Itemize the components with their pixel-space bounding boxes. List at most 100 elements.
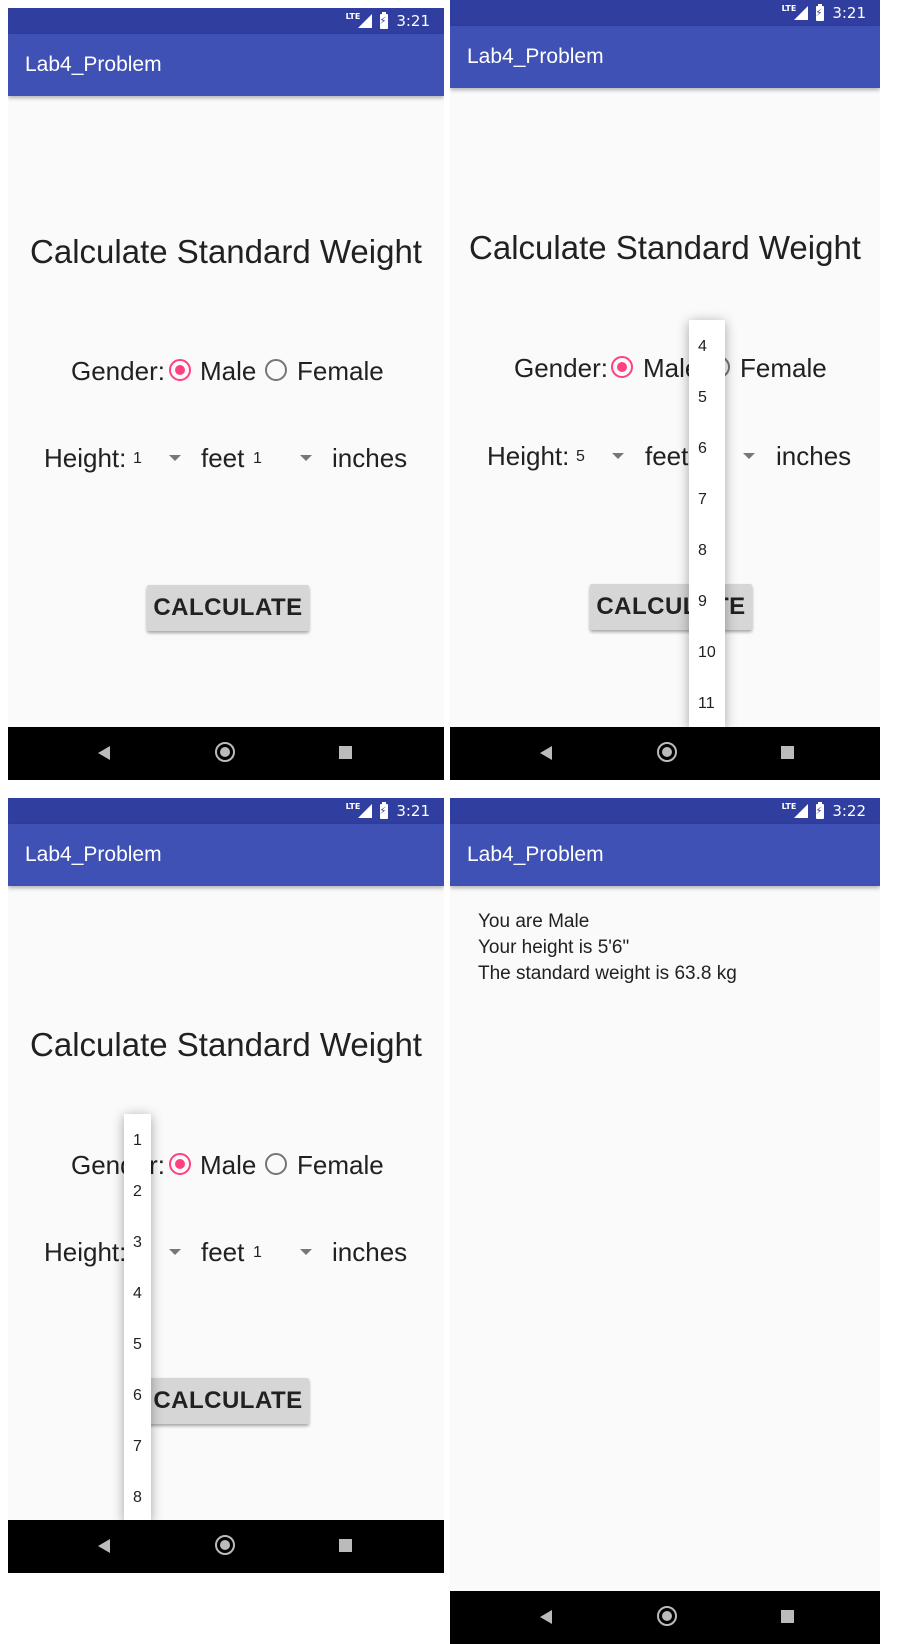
navigation-bar — [8, 1520, 444, 1573]
lte-indicator: LTE — [345, 11, 361, 21]
dropdown-option[interactable]: 9 — [698, 593, 707, 611]
recents-icon[interactable] — [339, 1539, 352, 1552]
male-label[interactable]: Male — [200, 1150, 256, 1181]
navigation-bar — [450, 727, 880, 780]
female-radio[interactable] — [265, 1153, 287, 1175]
female-label[interactable]: Female — [297, 356, 384, 387]
navigation-bar — [8, 727, 444, 780]
screen-form-feet-dropdown: LTE 3:21 Lab4_Problem Calculate Standard… — [8, 798, 444, 1573]
status-bar: LTE 3:22 — [450, 798, 880, 824]
female-radio[interactable] — [265, 359, 287, 381]
home-icon[interactable] — [657, 1606, 677, 1626]
male-radio[interactable] — [169, 359, 191, 381]
back-icon[interactable] — [98, 1539, 110, 1553]
home-icon[interactable] — [657, 742, 677, 762]
feet-spinner-arrow-icon[interactable] — [612, 453, 624, 459]
status-time: 3:21 — [396, 802, 430, 820]
screen-result: LTE 3:22 Lab4_Problem You are Male Your … — [450, 798, 880, 1644]
app-bar: Lab4_Problem — [450, 26, 880, 88]
calculate-button[interactable]: CALCULATE — [147, 585, 309, 631]
app-title: Lab4_Problem — [467, 843, 604, 866]
height-label: Height: — [487, 441, 570, 471]
lte-indicator: LTE — [781, 801, 797, 811]
dropdown-option[interactable]: 6 — [133, 1387, 142, 1405]
dropdown-option[interactable]: 6 — [698, 440, 707, 458]
feet-label: feet — [645, 441, 689, 471]
dropdown-option[interactable]: 1 — [133, 1132, 142, 1150]
result-weight: The standard weight is 63.8 kg — [478, 963, 737, 984]
battery-charging-icon — [379, 801, 389, 819]
page-heading: Calculate Standard Weight — [30, 1026, 422, 1063]
inches-label: inches — [332, 1237, 408, 1267]
dropdown-option[interactable]: 11 — [698, 695, 715, 713]
male-label[interactable]: Male — [200, 356, 256, 387]
navigation-bar — [450, 1591, 880, 1644]
inches-label: inches — [332, 443, 408, 473]
female-label[interactable]: Female — [297, 1150, 384, 1181]
signal-icon — [358, 14, 373, 28]
status-bar: LTE 3:21 — [8, 798, 444, 824]
dropdown-option[interactable]: 4 — [133, 1285, 142, 1303]
recents-icon[interactable] — [781, 746, 794, 759]
male-radio[interactable] — [169, 1153, 191, 1175]
recents-icon[interactable] — [781, 1610, 794, 1623]
dropdown-option[interactable]: 2 — [133, 1183, 142, 1201]
page-heading: Calculate Standard Weight — [469, 229, 861, 266]
status-time: 3:21 — [396, 12, 430, 30]
signal-icon — [794, 6, 809, 20]
dropdown-option[interactable]: 5 — [133, 1336, 142, 1354]
app-title: Lab4_Problem — [467, 45, 604, 68]
signal-icon — [358, 804, 373, 818]
dropdown-option[interactable]: 7 — [133, 1438, 142, 1456]
page-heading: Calculate Standard Weight — [30, 233, 422, 270]
inches-spinner-arrow-icon[interactable] — [300, 1249, 312, 1255]
app-bar: Lab4_Problem — [8, 34, 444, 96]
battery-charging-icon — [379, 11, 389, 29]
gender-label: Gender: — [71, 356, 165, 386]
feet-dropdown-list: 1 2 3 4 5 6 7 8 — [124, 1114, 151, 1522]
inches-spinner-arrow-icon[interactable] — [300, 455, 312, 461]
status-bar: LTE 3:21 — [450, 0, 880, 26]
feet-spinner-arrow-icon[interactable] — [169, 1249, 181, 1255]
home-icon[interactable] — [215, 742, 235, 762]
inches-spinner-value[interactable]: 1 — [253, 450, 262, 468]
height-label: Height: — [44, 443, 127, 473]
calculate-button[interactable]: CALCULATE — [147, 1378, 309, 1424]
gender-label: Gender: — [514, 353, 608, 383]
app-title: Lab4_Problem — [25, 53, 162, 76]
app-bar: Lab4_Problem — [450, 824, 880, 886]
feet-spinner-value[interactable]: 1 — [133, 450, 142, 468]
female-label[interactable]: Female — [740, 353, 827, 384]
signal-icon — [794, 804, 809, 818]
back-icon[interactable] — [98, 746, 110, 760]
dropdown-option[interactable]: 4 — [698, 338, 707, 356]
status-time: 3:22 — [832, 802, 866, 820]
dropdown-option[interactable]: 8 — [133, 1489, 142, 1507]
dropdown-option[interactable]: 5 — [698, 389, 707, 407]
inches-label: inches — [776, 441, 852, 471]
dropdown-option[interactable]: 10 — [698, 644, 716, 662]
feet-label: feet — [201, 443, 245, 473]
dropdown-option[interactable]: 3 — [133, 1234, 142, 1252]
feet-spinner-arrow-icon[interactable] — [169, 455, 181, 461]
result-height: Your height is 5'6" — [478, 937, 630, 958]
recents-icon[interactable] — [339, 746, 352, 759]
dropdown-option[interactable]: 7 — [698, 491, 707, 509]
home-icon[interactable] — [215, 1535, 235, 1555]
back-icon[interactable] — [540, 746, 552, 760]
lte-indicator: LTE — [345, 801, 361, 811]
lte-indicator: LTE — [781, 3, 797, 13]
screen-form-initial: LTE 3:21 Lab4_Problem Calculate Standard… — [8, 8, 444, 780]
height-label: Height: — [44, 1237, 127, 1267]
result-gender: You are Male — [478, 911, 590, 932]
status-bar: LTE 3:21 — [8, 8, 444, 34]
male-radio[interactable] — [611, 356, 633, 378]
inches-spinner-arrow-icon[interactable] — [743, 453, 755, 459]
feet-spinner-value[interactable]: 5 — [576, 448, 585, 466]
back-icon[interactable] — [540, 1610, 552, 1624]
calculate-button[interactable]: CALCULATE — [590, 584, 752, 630]
dropdown-option[interactable]: 8 — [698, 542, 707, 560]
inches-dropdown-list: 4 5 6 7 8 9 10 11 — [689, 320, 725, 728]
app-title: Lab4_Problem — [25, 843, 162, 866]
inches-spinner-value[interactable]: 1 — [253, 1244, 262, 1262]
